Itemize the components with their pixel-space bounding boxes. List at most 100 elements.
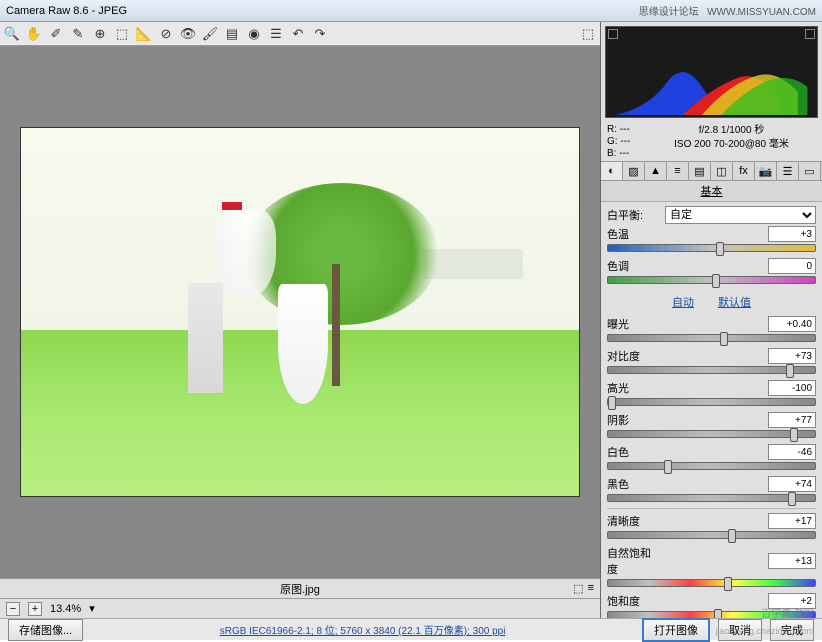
tab-snapshots[interactable]: ▭ xyxy=(799,162,821,180)
tab-detail[interactable]: ▲ xyxy=(645,162,667,180)
page-watermark-url: jiaocheng.chazidian.com xyxy=(715,626,814,636)
slider-value-input[interactable] xyxy=(768,348,816,364)
histogram[interactable] xyxy=(605,26,818,118)
wb-select[interactable]: 自定 xyxy=(665,206,816,224)
slider-thumb[interactable] xyxy=(664,460,672,474)
slider-track[interactable] xyxy=(607,366,816,374)
panel-title: 基本 xyxy=(601,181,822,202)
hand-icon[interactable]: ✋ xyxy=(26,26,42,42)
open-image-button[interactable]: 打开图像 xyxy=(642,618,710,642)
zoom-out-button[interactable]: − xyxy=(6,602,20,616)
slider-清晰度: 清晰度 xyxy=(607,513,816,539)
slider-track[interactable] xyxy=(607,531,816,539)
left-pane: 🔍 ✋ ✐ ✎ ⊕ ⬚ 📐 ⊘ 👁 🖌 ▤ ◉ ☰ ↶ ↷ ⬚ xyxy=(0,22,600,618)
gradient-icon[interactable]: ▤ xyxy=(224,26,240,42)
slider-thumb[interactable] xyxy=(728,529,736,543)
zoom-level[interactable]: 13.4% xyxy=(50,603,81,615)
shadow-clip-icon[interactable] xyxy=(608,29,618,39)
slider-label: 白色 xyxy=(607,444,659,460)
eyedropper-icon[interactable]: ✐ xyxy=(48,26,64,42)
highlight-clip-icon[interactable] xyxy=(805,29,815,39)
slider-thumb[interactable] xyxy=(790,428,798,442)
save-image-button[interactable]: 存储图像... xyxy=(8,619,83,641)
filename-bar: 原图.jpg ⬚ ≡ xyxy=(0,578,600,598)
slider-track[interactable] xyxy=(607,494,816,502)
tab-basic[interactable]: ◐ xyxy=(601,162,623,180)
slider-value-input[interactable] xyxy=(768,258,816,274)
tab-camera[interactable]: 📷 xyxy=(755,162,777,180)
slider-thumb[interactable] xyxy=(608,396,616,410)
brush-icon[interactable]: 🖌 xyxy=(202,26,218,42)
zoom-icon[interactable]: 🔍 xyxy=(4,26,20,42)
slider-白色: 白色 xyxy=(607,444,816,470)
slider-对比度: 对比度 xyxy=(607,348,816,374)
slider-label: 高光 xyxy=(607,380,659,396)
slider-value-input[interactable] xyxy=(768,380,816,396)
crop-icon[interactable]: ⬚ xyxy=(114,26,130,42)
tab-hsl[interactable]: ≡ xyxy=(667,162,689,180)
straighten-icon[interactable]: 📐 xyxy=(136,26,152,42)
exif-panel: R: --- G: --- B: --- f/2.8 1/1000 秒 ISO … xyxy=(601,122,822,161)
tab-split[interactable]: ▤ xyxy=(689,162,711,180)
rotate-ccw-icon[interactable]: ↶ xyxy=(290,26,306,42)
auto-link[interactable]: 自动 xyxy=(672,294,694,310)
filename: 原图.jpg xyxy=(280,581,320,597)
slider-value-input[interactable] xyxy=(768,412,816,428)
main-area: 🔍 ✋ ✐ ✎ ⊕ ⬚ 📐 ⊘ 👁 🖌 ▤ ◉ ☰ ↶ ↷ ⬚ xyxy=(0,22,822,618)
slider-thumb[interactable] xyxy=(788,492,796,506)
slider-thumb[interactable] xyxy=(716,242,724,256)
menu-icon[interactable]: ≡ xyxy=(588,582,594,595)
wb-label: 白平衡: xyxy=(607,207,659,223)
prefs-icon[interactable]: ☰ xyxy=(268,26,284,42)
titlebar: Camera Raw 8.6 - JPEG 思缘设计论坛 WWW.MISSYUA… xyxy=(0,0,822,22)
slider-thumb[interactable] xyxy=(786,364,794,378)
slider-label: 色温 xyxy=(607,226,659,242)
slider-track[interactable] xyxy=(607,244,816,252)
zoom-dropdown-icon[interactable]: ▾ xyxy=(89,602,95,615)
zoom-bar: − + 13.4% ▾ xyxy=(0,598,600,618)
filter-icon[interactable]: ⬚ xyxy=(573,582,583,595)
rotate-cw-icon[interactable]: ↷ xyxy=(312,26,328,42)
slider-value-input[interactable] xyxy=(768,513,816,529)
exif-aperture: f/2.8 1/1000 秒 xyxy=(647,124,816,138)
slider-track[interactable] xyxy=(607,334,816,342)
slider-value-input[interactable] xyxy=(768,226,816,242)
slider-value-input[interactable] xyxy=(768,444,816,460)
slider-thumb[interactable] xyxy=(712,274,720,288)
tab-fx[interactable]: fx xyxy=(733,162,755,180)
exif-b: B: --- xyxy=(607,148,647,159)
slider-thumb[interactable] xyxy=(724,577,732,591)
right-pane: R: --- G: --- B: --- f/2.8 1/1000 秒 ISO … xyxy=(600,22,822,618)
exif-r: R: --- xyxy=(607,124,647,135)
slider-value-input[interactable] xyxy=(768,476,816,492)
redeye-icon[interactable]: 👁 xyxy=(180,26,196,42)
tab-lens[interactable]: ◫ xyxy=(711,162,733,180)
slider-track[interactable] xyxy=(607,430,816,438)
slider-track[interactable] xyxy=(607,398,816,406)
titlebar-watermark: 思缘设计论坛 WWW.MISSYUAN.COM xyxy=(639,3,816,18)
slider-label: 色调 xyxy=(607,258,659,274)
tab-curve[interactable]: ▨ xyxy=(623,162,645,180)
default-link[interactable]: 默认值 xyxy=(718,294,751,310)
slider-曝光: 曝光 xyxy=(607,316,816,342)
slider-track[interactable] xyxy=(607,579,816,587)
slider-label: 清晰度 xyxy=(607,513,659,529)
preview-area[interactable] xyxy=(0,46,600,578)
slider-色温: 色温 xyxy=(607,226,816,252)
slider-黑色: 黑色 xyxy=(607,476,816,502)
preview-toggle-icon[interactable]: ⬚ xyxy=(580,26,596,42)
exif-g: G: --- xyxy=(607,136,647,147)
slider-track[interactable] xyxy=(607,462,816,470)
slider-value-input[interactable] xyxy=(768,553,816,569)
slider-track[interactable] xyxy=(607,276,816,284)
tab-presets[interactable]: ☰ xyxy=(777,162,799,180)
color-sampler-icon[interactable]: ✎ xyxy=(70,26,86,42)
spot-removal-icon[interactable]: ⊘ xyxy=(158,26,174,42)
target-icon[interactable]: ⊕ xyxy=(92,26,108,42)
slider-thumb[interactable] xyxy=(720,332,728,346)
workflow-link[interactable]: sRGB IEC61966-2.1; 8 位; 5760 x 3840 (22.… xyxy=(91,622,634,637)
slider-value-input[interactable] xyxy=(768,316,816,332)
slider-thumb[interactable] xyxy=(714,609,722,618)
radial-icon[interactable]: ◉ xyxy=(246,26,262,42)
zoom-in-button[interactable]: + xyxy=(28,602,42,616)
